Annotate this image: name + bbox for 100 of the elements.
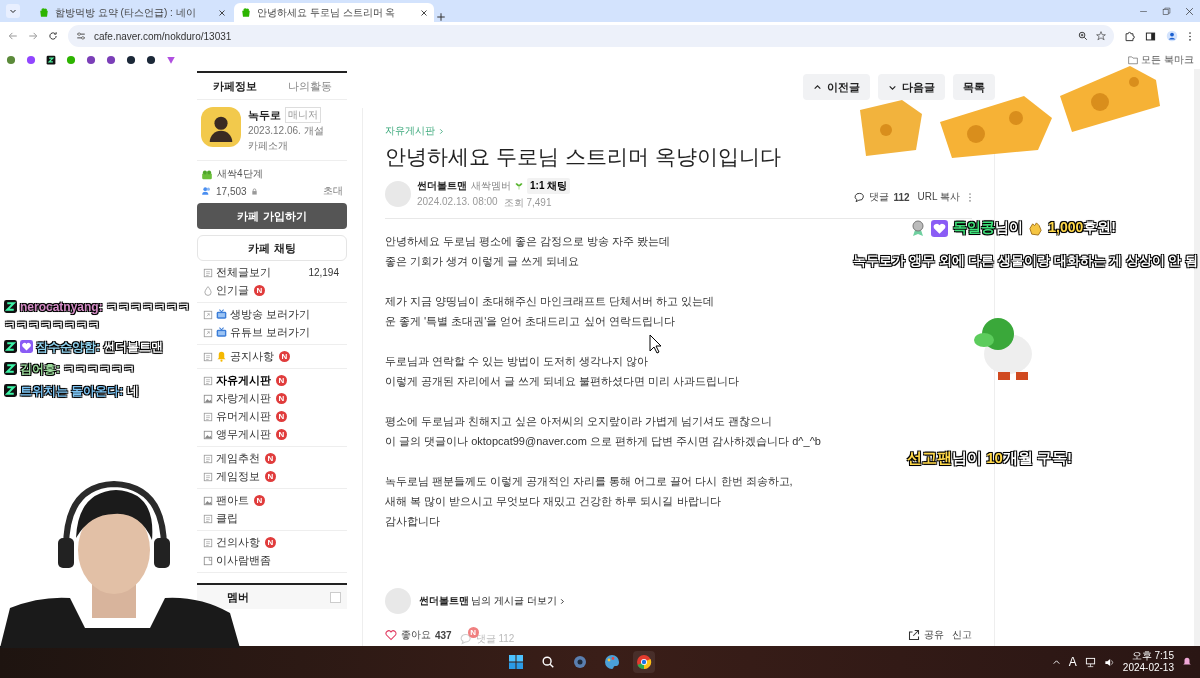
member-count: 17,503 <box>216 185 247 197</box>
more-icon <box>1188 30 1192 42</box>
profile-icon <box>1166 30 1178 42</box>
heart-icon <box>385 629 397 641</box>
menu-item[interactable]: 전체글보기 12,194 <box>203 265 347 280</box>
medal-icon <box>910 219 927 237</box>
site-settings-icon <box>76 31 86 41</box>
post-paragraph: 평소에 두로님과 친해지고 싶은 아저씨의 오지랖이라 가볍게 넘기셔도 괜찮으니 이 글의 댓글이나 oktopcat99@naver.com 으로 편하게 답변 주시면 감사하겠습니다 d^_^b <box>385 414 821 449</box>
sidebar-tab[interactable]: 나의활동 <box>272 77 347 95</box>
address-bar[interactable]: cafe.naver.com/nokduro/13031 <box>68 25 1114 47</box>
star-icon <box>1096 31 1106 41</box>
post-date: 2024.02.13. 08:00 <box>417 196 498 209</box>
chevron-right-icon <box>558 596 566 606</box>
lock-icon <box>250 187 258 195</box>
more-posts-link[interactable]: 썬더볼트맨 님의 게시글 더보기 <box>419 594 566 608</box>
menu-item[interactable]: 클립 <box>203 511 347 526</box>
sidebar-tab[interactable]: 카페정보 <box>197 77 272 95</box>
menu-item[interactable]: 유튜브 보러가기 <box>203 325 347 340</box>
share-button[interactable]: 공유 <box>908 628 944 642</box>
sprout-icon <box>515 182 523 190</box>
chevron-up-icon <box>813 82 822 92</box>
menu-item[interactable]: 앵무게시판 N <box>203 427 347 442</box>
link-icon <box>203 309 213 320</box>
menu-item[interactable]: 생방송 보러가기 <box>203 307 347 322</box>
board-icon <box>203 267 213 278</box>
menu-item[interactable]: 건의사항 N <box>203 535 347 550</box>
input-method-indicator[interactable]: A <box>1068 655 1077 669</box>
palette-icon <box>603 654 620 670</box>
memo-icon <box>203 555 213 566</box>
bookmark-icon <box>86 54 96 65</box>
one-on-one-chat-button[interactable]: 1:1 채팅 <box>527 178 571 194</box>
tab-search-button[interactable] <box>6 4 20 18</box>
menu-item[interactable]: 자유게시판 N <box>203 373 347 388</box>
menu-item[interactable]: 팬아트 N <box>203 493 347 508</box>
search-icon <box>540 655 555 669</box>
menu-item[interactable]: 게임정보 N <box>203 469 347 484</box>
donation-message-text: 녹두로가 앵무 외에 다른 생물이랑 대화하는 게 상상이 안 됨 <box>853 252 1198 270</box>
menu-item[interactable]: 게임추천 N <box>203 451 347 466</box>
image-icon <box>203 393 213 404</box>
restore-icon <box>1162 7 1171 16</box>
close-icon <box>218 8 226 17</box>
donation-amount-text: 1,000후원! <box>1048 219 1116 237</box>
subscription-alert-text: 선고팬님이 10개월 구독! <box>907 449 1073 468</box>
tv-icon <box>216 327 227 338</box>
cafe-icon <box>38 6 50 19</box>
board-icon <box>203 375 213 386</box>
invite-link[interactable]: 초대 <box>323 184 343 198</box>
post-nav-button[interactable]: 이전글 <box>803 74 870 100</box>
members-icon <box>201 186 212 196</box>
chat-message: 트위치는 돌아온다: 네 <box>4 382 139 400</box>
cafe-chat-button[interactable]: 카페 채팅 <box>197 235 347 261</box>
plus-icon <box>436 12 446 22</box>
chrome-icon <box>635 654 652 670</box>
post-nav-button[interactable]: 목록 <box>953 74 995 100</box>
platform-badge-icon <box>4 362 17 375</box>
copy-url-link[interactable]: URL 복사 <box>917 190 960 204</box>
reload-icon <box>48 31 58 41</box>
heart-badge-icon <box>931 219 949 237</box>
url-text: cafe.naver.com/nokduro/13031 <box>94 30 233 42</box>
link-icon <box>203 327 213 338</box>
taskbar-clock[interactable]: 오후 7:15 2024-02-13 <box>1122 650 1174 674</box>
member-section-header: 멤버 <box>197 583 347 609</box>
zoom-icon <box>1078 31 1088 41</box>
share-icon <box>908 629 920 641</box>
menu-item[interactable]: 자랑게시판 N <box>203 391 347 406</box>
bookmark-folder[interactable]: 모든 북마크 <box>1128 52 1194 67</box>
drop-icon <box>203 285 213 296</box>
join-cafe-button[interactable]: 카페 가입하기 <box>197 203 347 229</box>
menu-item[interactable]: 이사람밴좀 <box>203 553 347 568</box>
view-count: 조회 7,491 <box>503 196 552 210</box>
bookmark-icon <box>46 54 56 65</box>
member-rank: 새싹멤버 <box>471 179 511 193</box>
cursor-icon <box>649 334 663 354</box>
browser-tab[interactable]: 안녕하세요 두로님 스트리머 옥 <box>234 3 434 22</box>
bookmark-icon <box>146 54 156 65</box>
cafe-level: 새싹4단계 <box>217 167 263 181</box>
browser-tab[interactable]: 함방먹방 요약 (타스언급) : 네이 <box>32 3 232 22</box>
taskbar-app[interactable] <box>632 651 655 673</box>
donation-alert-text: 독일콩님이 <box>953 219 1024 237</box>
cafe-icon <box>240 6 252 19</box>
author-name[interactable]: 썬더볼트맨 <box>417 179 467 193</box>
platform-badge-icon <box>4 384 17 397</box>
chat-message: 김어흥: ㅋㅋㅋㅋㅋㅋ <box>4 360 136 378</box>
cafe-name: 녹두로 <box>248 107 281 123</box>
menu-item[interactable]: 인기글 N <box>203 283 347 298</box>
comments-link[interactable]: 댓글 112 <box>854 190 910 204</box>
report-button[interactable]: 신고 <box>952 628 972 642</box>
menu-item[interactable]: 유머게시판 N <box>203 409 347 424</box>
post-nav-button[interactable]: 다음글 <box>878 74 945 100</box>
board-icon <box>203 351 213 362</box>
bookmark-icon <box>26 54 36 65</box>
board-icon <box>203 471 213 482</box>
post-paragraph: 제가 지금 양띵님이 초대해주신 마인크래프트 단체서버 하고 있는데 운 좋게 '특별 초대권'을 얻어 초대드리고 싶어 연락드립니다 <box>385 294 715 329</box>
menu-item[interactable]: 공지사항 N <box>203 349 347 364</box>
image-icon <box>203 495 213 506</box>
chat-message: 잠수순양함: 썬더볼트맨 <box>4 338 164 356</box>
back-icon <box>8 31 18 41</box>
bookmark-icon <box>6 54 16 65</box>
like-button[interactable]: 좋아요 437 <box>385 628 452 642</box>
cafe-intro-link[interactable]: 카페소개 <box>248 139 324 153</box>
